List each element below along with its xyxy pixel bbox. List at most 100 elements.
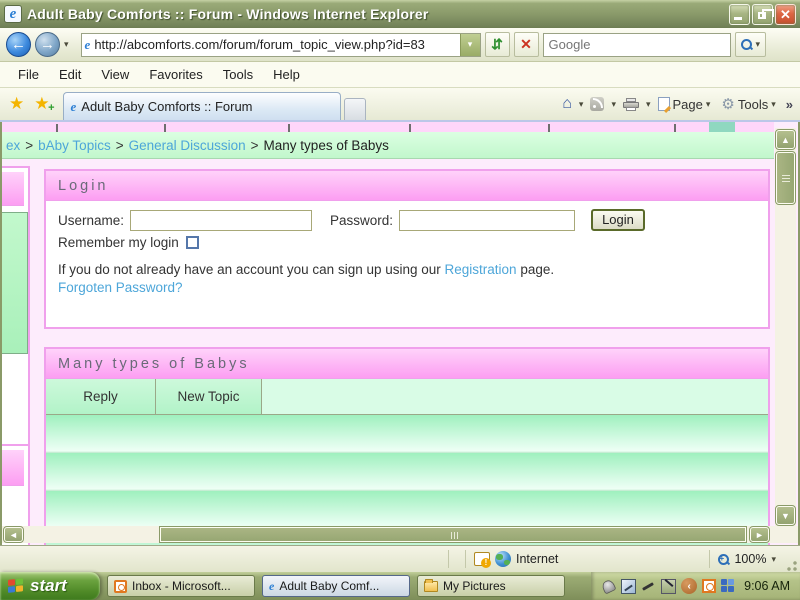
menu-file[interactable]: File	[8, 64, 49, 85]
start-button[interactable]: start	[0, 572, 100, 600]
signup-text: If you do not already have an account yo…	[58, 262, 441, 277]
pen-tray-icon[interactable]	[641, 579, 656, 594]
breadcrumb-current: Many types of Babys	[263, 137, 389, 153]
new-tab-button[interactable]	[343, 98, 366, 120]
address-dropdown-icon[interactable]: ▾	[459, 33, 480, 56]
toolbar-overflow-icon[interactable]: »	[783, 97, 796, 112]
window-title: Adult Baby Comforts :: Forum - Windows I…	[27, 6, 429, 22]
close-button[interactable]: ✕	[775, 3, 796, 25]
address-input[interactable]	[94, 34, 460, 55]
title-bar[interactable]: e Adult Baby Comforts :: Forum - Windows…	[0, 0, 800, 28]
menu-favorites[interactable]: Favorites	[139, 64, 212, 85]
username-field[interactable]	[130, 209, 313, 231]
forward-button[interactable]: →	[35, 32, 60, 57]
tray-chevron-icon[interactable]: ‹	[681, 578, 698, 594]
tab-bar: ★ ★ + e Adult Baby Comforts :: Forum ⌂ ▾ …	[0, 88, 800, 122]
feeds-dropdown-icon[interactable]: ▾	[611, 99, 616, 110]
remember-login-label: Remember my login	[58, 235, 179, 250]
refresh-button[interactable]: ⇵	[484, 32, 510, 57]
print-dropdown-icon[interactable]: ▾	[646, 99, 651, 110]
taskbar-item-my-pictures[interactable]: My Pictures	[417, 575, 565, 597]
windows-logo-icon	[8, 578, 24, 594]
page-favicon-icon: e	[84, 36, 91, 52]
breadcrumb-baby-topics-link[interactable]: bAby Topics	[38, 138, 111, 153]
home-dropdown-icon[interactable]: ▾	[579, 99, 584, 110]
restore-icon	[758, 8, 774, 19]
tab-favicon-icon: e	[70, 98, 77, 114]
vertical-scrollbar-thumb[interactable]	[775, 151, 796, 205]
clipped-fragment	[709, 122, 735, 132]
history-dropdown-icon[interactable]: ▾	[64, 39, 69, 50]
login-panel-title: Login	[46, 171, 768, 201]
home-button[interactable]: ⌂	[558, 93, 576, 115]
ie-icon: e	[269, 578, 275, 593]
menu-bar: File Edit View Favorites Tools Help	[0, 62, 800, 88]
password-field[interactable]	[399, 209, 576, 231]
breadcrumb-general-discussion-link[interactable]: General Discussion	[129, 138, 246, 153]
messenger-tray-icon[interactable]	[721, 579, 735, 593]
page-menu-button[interactable]: Page ▾	[654, 95, 715, 114]
page-icon	[657, 97, 670, 111]
topic-panel-title: Many types of Babys	[46, 349, 768, 379]
sidebar-box-header	[2, 172, 24, 206]
menu-help[interactable]: Help	[263, 64, 310, 85]
minimize-button[interactable]	[729, 3, 750, 25]
tablet-pen-tray-icon[interactable]	[661, 578, 677, 594]
tools-menu-button[interactable]: ⚙ Tools ▾	[717, 93, 779, 115]
search-dropdown-icon[interactable]: ▾	[756, 39, 761, 50]
forgotten-password-link[interactable]: Forgoten Password?	[58, 280, 183, 295]
language-bar-tray-icon[interactable]	[621, 578, 637, 594]
reply-button[interactable]: Reply	[46, 379, 156, 414]
menu-view[interactable]: View	[91, 64, 139, 85]
scroll-down-button[interactable]: ▼	[775, 505, 796, 526]
horizontal-scrollbar-thumb[interactable]	[159, 526, 747, 543]
refresh-icon: ⇵	[491, 36, 503, 52]
page-alert-icon[interactable]	[474, 552, 491, 568]
menu-edit[interactable]: Edit	[49, 64, 91, 85]
breadcrumb-index-link[interactable]: ex	[6, 138, 20, 153]
login-button[interactable]: Login	[591, 209, 645, 231]
sidebar-box-2-header	[2, 450, 24, 486]
tools-dropdown-icon: ▾	[771, 98, 776, 109]
back-button[interactable]: ←	[6, 32, 31, 57]
registration-link[interactable]: Registration	[445, 262, 517, 277]
search-input[interactable]	[548, 34, 730, 55]
minimize-icon	[734, 16, 742, 20]
search-button[interactable]: ▾	[734, 32, 767, 57]
menu-tools[interactable]: Tools	[213, 64, 263, 85]
stop-button[interactable]: ✕	[513, 32, 539, 57]
taskbar-item-inbox[interactable]: Inbox - Microsoft...	[107, 575, 255, 597]
search-box[interactable]	[542, 32, 731, 57]
add-favorite-button[interactable]: ★ +	[29, 94, 54, 120]
taskbar-clock: 9:06 AM	[744, 579, 790, 593]
scroll-left-button[interactable]: ◄	[3, 526, 24, 543]
print-button[interactable]	[619, 96, 643, 113]
search-icon	[740, 39, 752, 50]
signup-text-after: page.	[520, 262, 555, 277]
topic-panel: Many types of Babys Reply New Topic	[44, 347, 770, 545]
reminder-tray-icon[interactable]	[702, 579, 717, 593]
zoom-dropdown-icon[interactable]: ▾	[771, 554, 776, 565]
breadcrumb: ex > bAby Topics > General Discussion > …	[2, 132, 774, 159]
restore-button[interactable]	[752, 3, 774, 25]
topic-action-row: Reply New Topic	[46, 379, 768, 415]
remember-login-checkbox[interactable]	[185, 236, 199, 249]
password-label: Password:	[330, 212, 394, 228]
zoom-control[interactable]: + 100% ▾	[718, 552, 776, 566]
home-icon: ⌂	[562, 95, 572, 112]
resize-grip[interactable]	[786, 560, 798, 572]
ie-logo-icon: e	[4, 5, 22, 23]
address-bar[interactable]: e ▾	[80, 32, 481, 57]
sidebar-box-clipped	[2, 166, 30, 454]
tab-adult-baby-comforts[interactable]: e Adult Baby Comforts :: Forum	[62, 92, 341, 120]
new-topic-button[interactable]: New Topic	[156, 379, 262, 414]
zoom-level: 100%	[734, 552, 767, 566]
microphone-tray-icon[interactable]	[600, 578, 617, 594]
favorites-center-button[interactable]: ★	[4, 94, 29, 120]
feeds-button[interactable]	[586, 95, 608, 113]
status-bar: Internet + 100% ▾	[0, 545, 800, 572]
navigation-bar: ← → ▾ e ▾ ⇵ ✕ ▾	[0, 28, 800, 62]
scroll-right-button[interactable]: ►	[749, 526, 770, 543]
taskbar-item-ie[interactable]: e Adult Baby Comf...	[262, 575, 410, 597]
scroll-up-button[interactable]: ▲	[775, 129, 796, 150]
